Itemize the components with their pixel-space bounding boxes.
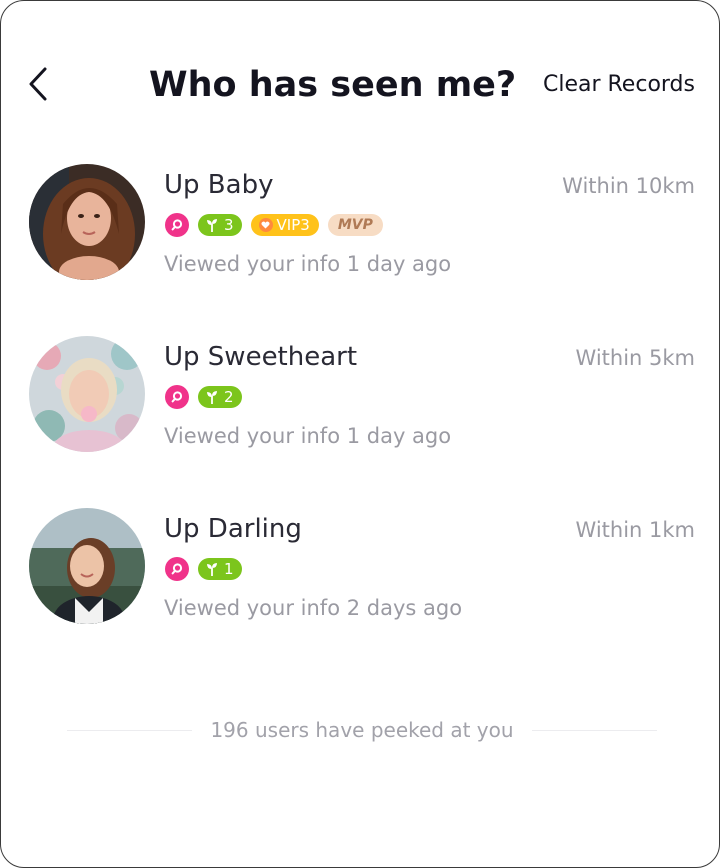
sprout-icon [207, 219, 217, 232]
viewer-distance: Within 1km [575, 518, 695, 542]
level-value: 1 [224, 560, 234, 578]
viewed-time: Viewed your info 1 day ago [164, 424, 452, 448]
level-badge: 1 [198, 558, 242, 580]
search-badge-icon [165, 385, 189, 409]
viewer-name: Up Darling [164, 514, 302, 544]
clear-records-button[interactable]: Clear Records [543, 67, 695, 103]
divider [67, 729, 193, 731]
avatar[interactable] [29, 336, 145, 452]
sprout-icon [207, 391, 217, 404]
peek-count-footer: 196 users have peeked at you [67, 713, 658, 747]
viewer-distance: Within 5km [575, 346, 695, 370]
level-badge: 2 [198, 386, 242, 408]
viewer-distance: Within 10km [562, 174, 695, 198]
chevron-left-icon [29, 67, 47, 101]
mvp-badge: MVP [327, 214, 383, 236]
peek-count-text: 196 users have peeked at you [210, 718, 514, 742]
search-badge-icon [165, 213, 189, 237]
level-value: 3 [224, 216, 234, 234]
badge-row: 3 VIP3 MVP [165, 213, 383, 237]
divider [531, 729, 658, 731]
viewer-name: Up Baby [164, 170, 274, 200]
viewer-name: Up Sweetheart [164, 342, 358, 372]
viewer-list: Up Baby Within 10km 3 VIP3 MVP Viewed yo… [1, 161, 719, 677]
search-badge-icon [165, 557, 189, 581]
page-title: Who has seen me? [149, 65, 517, 105]
app-window: Who has seen me? Clear Records Up Baby W… [0, 0, 720, 868]
list-item[interactable]: Up Sweetheart Within 5km 2 Viewed your i… [1, 333, 719, 505]
back-button[interactable] [21, 59, 57, 109]
vip-label: VIP3 [276, 216, 310, 234]
heart-icon [258, 218, 273, 232]
list-item[interactable]: Up Darling Within 1km 1 Viewed your info… [1, 505, 719, 677]
viewed-time: Viewed your info 2 days ago [164, 596, 463, 620]
level-badge: 3 [198, 214, 242, 236]
header: Who has seen me? Clear Records [1, 1, 719, 171]
badge-row: 2 [165, 385, 242, 409]
viewed-time: Viewed your info 1 day ago [164, 252, 452, 276]
level-value: 2 [224, 388, 234, 406]
badge-row: 1 [165, 557, 242, 581]
vip-badge: VIP3 [250, 214, 319, 236]
list-item[interactable]: Up Baby Within 10km 3 VIP3 MVP Viewed yo… [1, 161, 719, 333]
avatar[interactable] [29, 164, 145, 280]
avatar[interactable] [29, 508, 145, 624]
sprout-icon [207, 563, 217, 576]
